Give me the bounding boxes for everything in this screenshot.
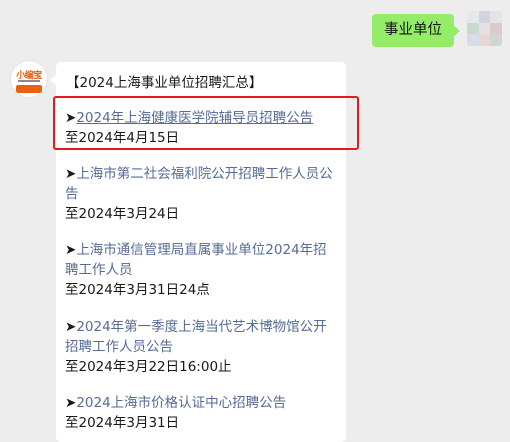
bot-avatar-logo-line <box>18 80 40 82</box>
user-avatar[interactable] <box>467 11 502 46</box>
outgoing-bubble-tail <box>453 25 460 37</box>
deadline-text: 至2024年3月24日 <box>65 206 180 222</box>
deadline-text: 至2024年3月31日24点 <box>65 282 210 298</box>
deadline-text: 至2024年3月22日16:00止 <box>65 359 232 375</box>
list-item: ➤2024年第一季度上海当代艺术博物馆公开招聘工作人员公告 至2024年3月22… <box>65 317 340 377</box>
announcement-link[interactable]: 2024上海市价格认证中心招聘公告 <box>76 395 286 411</box>
highlight-annotation-box <box>53 96 359 150</box>
announcement-link[interactable]: 上海市第二社会福利院公开招聘工作人员公告 <box>65 166 333 202</box>
message-title: 【2024上海事业单位招聘汇总】 <box>66 75 263 91</box>
arrow-icon: ➤ <box>65 166 77 182</box>
bot-avatar[interactable]: 小编宝 <box>10 60 48 98</box>
list-item: ➤上海市通信管理局直属事业单位2024年招聘工作人员 至2024年3月31日24… <box>65 240 340 300</box>
outgoing-message-bubble[interactable]: 事业单位 <box>372 14 454 47</box>
arrow-icon: ➤ <box>65 319 77 335</box>
announcement-link[interactable]: 上海市通信管理局直属事业单位2024年招聘工作人员 <box>65 242 327 278</box>
announcement-link[interactable]: 2024年第一季度上海当代艺术博物馆公开招聘工作人员公告 <box>65 319 327 355</box>
deadline-text: 至2024年3月31日 <box>65 415 180 431</box>
arrow-icon: ➤ <box>65 242 77 258</box>
bot-avatar-logo-band <box>16 85 42 93</box>
arrow-icon: ➤ <box>65 395 77 411</box>
outgoing-message-row: 事业单位 <box>0 11 510 51</box>
list-item: ➤上海市第二社会福利院公开招聘工作人员公告 至2024年3月24日 <box>65 164 340 224</box>
list-item: ➤2024上海市价格认证中心招聘公告 至2024年3月31日 <box>65 393 340 433</box>
